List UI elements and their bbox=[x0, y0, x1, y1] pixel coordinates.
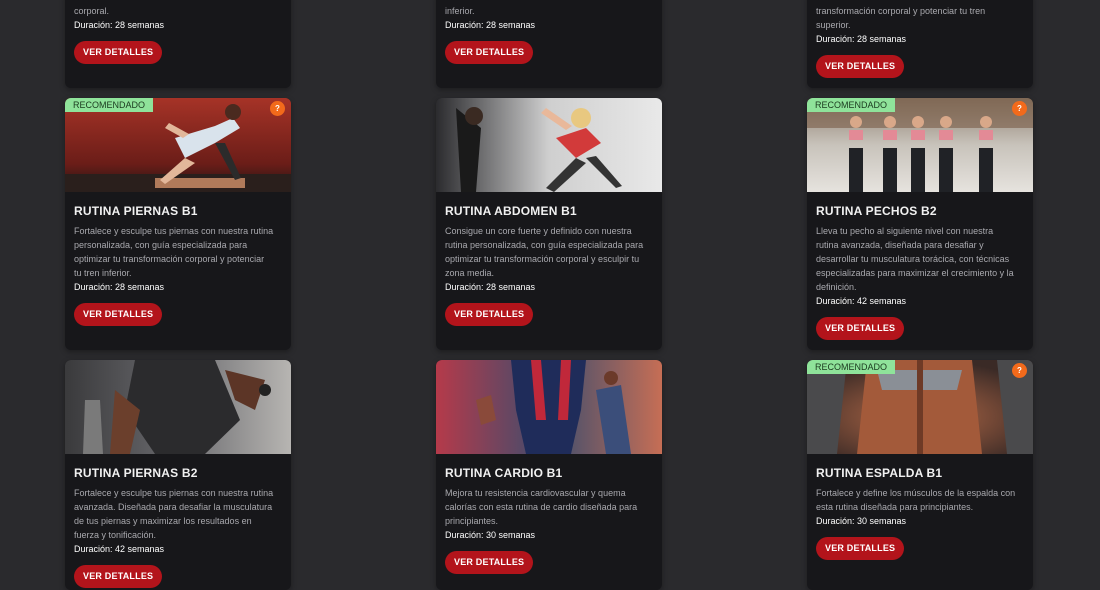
card-description: inferior. bbox=[445, 6, 475, 16]
card-description: Fortalece y define los músculos de la es… bbox=[816, 488, 1016, 526]
ver-detalles-button[interactable]: VER DETALLES bbox=[74, 565, 163, 588]
card-duration: Duración: 30 semanas bbox=[445, 530, 536, 540]
ver-detalles-button[interactable]: VER DETALLES bbox=[445, 551, 534, 574]
routine-card-piernas-b1: RECOMENDADO ? RUTINA PIERNAS B1 Fortalec… bbox=[65, 98, 291, 350]
card-description: Fortalece y esculpe tus piernas con nues… bbox=[74, 488, 274, 554]
recommended-badge: RECOMENDADO bbox=[807, 98, 896, 112]
ver-detalles-button[interactable]: VER DETALLES bbox=[816, 317, 905, 340]
ver-detalles-button[interactable]: VER DETALLES bbox=[74, 41, 163, 64]
card-title: RUTINA ESPALDA B1 bbox=[816, 466, 943, 480]
ver-detalles-button[interactable]: VER DETALLES bbox=[816, 55, 905, 78]
card-title: RUTINA ABDOMEN B1 bbox=[445, 204, 577, 218]
routine-card-cardio-b1: RUTINA CARDIO B1 Mejora tu resistencia c… bbox=[436, 360, 662, 590]
routine-card-piernas-b2: RUTINA PIERNAS B2 Fortalece y esculpe tu… bbox=[65, 360, 291, 590]
help-icon[interactable]: ? bbox=[270, 101, 285, 116]
ver-detalles-button[interactable]: VER DETALLES bbox=[74, 303, 163, 326]
card-duration: Duración: 42 semanas bbox=[74, 544, 165, 554]
ver-detalles-button[interactable]: VER DETALLES bbox=[445, 41, 534, 64]
recommended-badge: RECOMENDADO bbox=[807, 360, 896, 374]
card-description: corporal. bbox=[74, 6, 110, 16]
card-description: superior. bbox=[816, 20, 851, 30]
routine-card: corporal. Duración: 28 semanas VER DETAL… bbox=[65, 0, 291, 88]
card-duration: Duración: 28 semanas bbox=[445, 20, 536, 30]
recommended-badge: RECOMENDADO bbox=[65, 98, 154, 112]
card-description: Mejora tu resistencia cardiovascular y q… bbox=[445, 488, 638, 540]
help-icon[interactable]: ? bbox=[1012, 101, 1027, 116]
card-title: RUTINA PIERNAS B2 bbox=[74, 466, 198, 480]
card-duration: Duración: 28 semanas bbox=[74, 282, 165, 292]
card-duration: Duración: 42 semanas bbox=[816, 296, 907, 306]
card-description: Lleva tu pecho al siguiente nivel con nu… bbox=[816, 226, 1014, 306]
card-description: transformación corporal y potenciar tu t… bbox=[816, 6, 986, 16]
routine-card: inferior. Duración: 28 semanas VER DETAL… bbox=[436, 0, 662, 88]
card-duration: Duración: 28 semanas bbox=[445, 282, 536, 292]
card-duration: Duración: 28 semanas bbox=[74, 20, 165, 30]
routine-image bbox=[65, 360, 291, 454]
ver-detalles-button[interactable]: VER DETALLES bbox=[445, 303, 534, 326]
card-duration: Duración: 28 semanas bbox=[816, 34, 907, 44]
routine-image bbox=[65, 98, 291, 192]
card-title: RUTINA PECHOS B2 bbox=[816, 204, 937, 218]
card-title: RUTINA CARDIO B1 bbox=[445, 466, 563, 480]
routine-card-abdomen-b1: RUTINA ABDOMEN B1 Consigue un core fuert… bbox=[436, 98, 662, 350]
card-description: Consigue un core fuerte y definido con n… bbox=[445, 226, 644, 292]
routine-card-espalda-b1: RECOMENDADO ? RUTINA ESPALDA B1 Fortalec… bbox=[807, 360, 1033, 590]
ver-detalles-button[interactable]: VER DETALLES bbox=[816, 537, 905, 560]
card-description: Fortalece y esculpe tus piernas con nues… bbox=[74, 226, 274, 292]
routine-card-pechos-b2: RECOMENDADO ? RUTINA PECHOS B2 Lleva tu … bbox=[807, 98, 1033, 350]
routine-image bbox=[436, 98, 662, 192]
routine-image bbox=[436, 360, 662, 454]
routine-image bbox=[807, 360, 1033, 454]
card-title: RUTINA PIERNAS B1 bbox=[74, 204, 198, 218]
routine-card: transformación corporal y potenciar tu t… bbox=[807, 0, 1033, 88]
help-icon[interactable]: ? bbox=[1012, 363, 1027, 378]
routine-image bbox=[807, 98, 1033, 192]
card-duration: Duración: 30 semanas bbox=[816, 516, 907, 526]
